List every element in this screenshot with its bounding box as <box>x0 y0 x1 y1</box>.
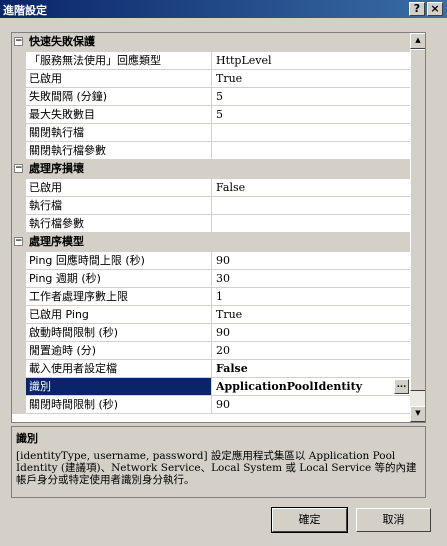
row-gutter <box>12 396 26 414</box>
property-name: 「服務無法使用」回應類型 <box>26 52 212 70</box>
row-gutter <box>12 106 26 124</box>
row-gutter <box>12 197 26 215</box>
property-value[interactable] <box>212 124 410 142</box>
property-grid-rows: − 快速失敗保護 「服務無法使用」回應類型 HttpLevel 已啟用 True 失… <box>12 33 410 414</box>
property-row[interactable]: 啟動時間限制 (秒) 90 <box>12 324 410 342</box>
property-name: 執行檔 <box>26 197 212 215</box>
scroll-up-icon[interactable]: ▲ <box>410 33 425 49</box>
row-gutter <box>12 270 26 288</box>
property-value[interactable]: False <box>212 179 410 197</box>
property-grid: − 快速失敗保護 「服務無法使用」回應類型 HttpLevel 已啟用 True 失… <box>11 32 426 423</box>
property-row[interactable]: 最大失敗數目 5 <box>12 106 410 124</box>
row-gutter <box>12 324 26 342</box>
row-gutter <box>12 52 26 70</box>
property-value[interactable]: 90 <box>212 324 410 342</box>
property-row[interactable]: 閒置逾時 (分) 20 <box>12 342 410 360</box>
row-gutter <box>12 306 26 324</box>
close-button[interactable]: × <box>427 2 443 16</box>
property-name: 失敗間隔 (分鐘) <box>26 88 212 106</box>
property-row[interactable]: 執行檔 <box>12 197 410 215</box>
property-value[interactable]: ApplicationPoolIdentity... <box>212 378 410 396</box>
property-row[interactable]: 已啟用 False <box>12 179 410 197</box>
property-row[interactable]: 關閉執行檔參數 <box>12 142 410 160</box>
row-gutter <box>12 142 26 160</box>
category-label: 處理序模型 <box>29 235 84 248</box>
property-name: 最大失敗數目 <box>26 106 212 124</box>
property-value[interactable]: 1 <box>212 288 410 306</box>
property-name: 執行檔參數 <box>26 215 212 233</box>
property-name: 啟動時間限制 (秒) <box>26 324 212 342</box>
category-label: 處理序損壞 <box>29 162 84 175</box>
scroll-thumb[interactable] <box>410 49 425 391</box>
scroll-down-icon[interactable]: ▼ <box>410 406 425 422</box>
vertical-scrollbar[interactable]: ▲ ▼ <box>410 33 425 422</box>
property-value[interactable]: 90 <box>212 252 410 270</box>
row-gutter <box>12 179 26 197</box>
row-gutter <box>12 378 26 396</box>
property-row[interactable]: 失敗間隔 (分鐘) 5 <box>12 88 410 106</box>
property-value-text: ApplicationPoolIdentity <box>216 380 363 393</box>
property-value[interactable] <box>212 215 410 233</box>
property-name: 關閉執行檔 <box>26 124 212 142</box>
property-value[interactable]: True <box>212 306 410 324</box>
category-process-model[interactable]: − 處理序模型 <box>12 233 410 252</box>
category-label: 快速失敗保護 <box>29 35 95 48</box>
property-row[interactable]: 關閉時間限制 (秒) 90 <box>12 396 410 414</box>
property-value[interactable] <box>212 142 410 160</box>
ok-button[interactable]: 確定 <box>271 507 348 533</box>
property-name: 關閉時間限制 (秒) <box>26 396 212 414</box>
description-text: [identityType, username, password] 設定應用程… <box>16 450 417 486</box>
property-row[interactable]: Ping 回應時間上限 (秒) 90 <box>12 252 410 270</box>
property-name: 識別 <box>26 378 212 396</box>
property-row[interactable]: 關閉執行檔 <box>12 124 410 142</box>
property-value[interactable] <box>212 197 410 215</box>
collapse-icon[interactable]: − <box>14 37 23 46</box>
property-value[interactable]: 5 <box>212 106 410 124</box>
property-name: 閒置逾時 (分) <box>26 342 212 360</box>
row-gutter <box>12 124 26 142</box>
collapse-icon[interactable]: − <box>14 237 23 246</box>
property-value[interactable]: False <box>212 360 410 378</box>
row-gutter <box>12 88 26 106</box>
property-value[interactable]: 5 <box>212 88 410 106</box>
property-row[interactable]: 工作者處理序數上限 1 <box>12 288 410 306</box>
property-name: 已啟用 <box>26 70 212 88</box>
row-gutter <box>12 70 26 88</box>
property-name: 載入使用者設定檔 <box>26 360 212 378</box>
category-process-orphaning[interactable]: − 處理序損壞 <box>12 160 410 179</box>
property-name: 已啟用 <box>26 179 212 197</box>
property-value[interactable]: 90 <box>212 396 410 414</box>
property-row[interactable]: 「服務無法使用」回應類型 HttpLevel <box>12 52 410 70</box>
property-value[interactable]: 20 <box>212 342 410 360</box>
property-row[interactable]: 已啟用 True <box>12 70 410 88</box>
window-title: 進階設定 <box>3 4 47 17</box>
property-value[interactable]: True <box>212 70 410 88</box>
description-panel: 識別 [identityType, username, password] 設定… <box>11 426 426 498</box>
cancel-button[interactable]: 取消 <box>356 508 431 532</box>
property-row[interactable]: 已啟用 Ping True <box>12 306 410 324</box>
row-gutter <box>12 360 26 378</box>
row-gutter <box>12 288 26 306</box>
property-value[interactable]: 30 <box>212 270 410 288</box>
row-gutter <box>12 215 26 233</box>
row-gutter <box>12 252 26 270</box>
property-row-load-user-profile[interactable]: 載入使用者設定檔 False <box>12 360 410 378</box>
property-name: 已啟用 Ping <box>26 306 212 324</box>
row-gutter <box>12 342 26 360</box>
property-name: Ping 週期 (秒) <box>26 270 212 288</box>
ellipsis-button[interactable]: ... <box>394 379 409 394</box>
title-bar: 進階設定 ? × <box>0 0 447 18</box>
property-row[interactable]: Ping 週期 (秒) 30 <box>12 270 410 288</box>
property-name: Ping 回應時間上限 (秒) <box>26 252 212 270</box>
collapse-icon[interactable]: − <box>14 164 23 173</box>
property-row[interactable]: 執行檔參數 <box>12 215 410 233</box>
property-name: 工作者處理序數上限 <box>26 288 212 306</box>
property-value[interactable]: HttpLevel <box>212 52 410 70</box>
category-rapid-fail-protection[interactable]: − 快速失敗保護 <box>12 33 410 52</box>
property-name: 關閉執行檔參數 <box>26 142 212 160</box>
description-title: 識別 <box>16 432 38 445</box>
property-row-identity-selected[interactable]: 識別 ApplicationPoolIdentity... <box>12 378 410 396</box>
help-button[interactable]: ? <box>409 2 425 16</box>
